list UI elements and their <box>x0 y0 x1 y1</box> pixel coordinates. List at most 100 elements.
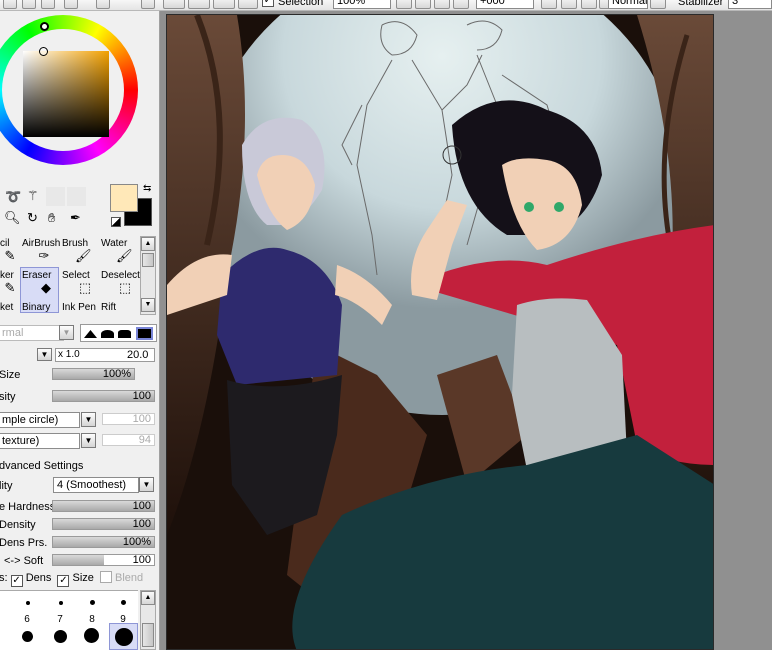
brush-shape-round-icon[interactable] <box>101 330 114 338</box>
toolbar-dropdown-arrow[interactable] <box>141 0 155 9</box>
brush-shape-square-icon[interactable] <box>136 327 153 340</box>
selection-label: Selection <box>278 0 324 8</box>
rotation-field[interactable]: +000° <box>476 0 534 9</box>
size-preset-dot[interactable] <box>22 631 33 642</box>
min-density-slider[interactable]: 100 <box>52 518 155 530</box>
min-size-label: Size <box>0 369 21 381</box>
blend-mode-arrow[interactable] <box>650 0 666 9</box>
pressure-blend-checkbox <box>99 571 112 583</box>
saturation-value-square[interactable] <box>23 51 109 137</box>
pressure-dens-checkbox[interactable]: ✓ <box>10 575 23 587</box>
zoom-out-button[interactable] <box>396 0 412 9</box>
view-button-2[interactable] <box>22 0 36 9</box>
brush-blend-select[interactable]: rmal <box>0 325 64 341</box>
canvas-area[interactable] <box>160 11 772 650</box>
swap-colors-icon[interactable]: ⇆ <box>143 183 151 194</box>
view-button-1[interactable] <box>3 0 17 9</box>
zoom-field[interactable]: 100% <box>333 0 391 9</box>
tool-slot-empty <box>67 187 86 206</box>
density-label: sity <box>0 391 16 403</box>
rotate-right-icon[interactable] <box>561 0 577 9</box>
quality-dropdown-arrow[interactable]: ▼ <box>139 477 154 492</box>
tool-bucket[interactable]: ket <box>0 302 13 313</box>
pressure-label: s: <box>0 572 8 584</box>
brush-texture-dropdown-arrow[interactable]: ▼ <box>81 433 96 448</box>
size-preset-label-6: 6 <box>24 614 30 625</box>
hue-picker-cursor[interactable] <box>40 22 49 31</box>
texture-strength-value: 94 <box>138 434 151 446</box>
stabilizer-label: Stabilizer <box>678 0 724 8</box>
deselect-icon[interactable]: ⬚ <box>117 281 133 295</box>
sv-picker-cursor[interactable] <box>39 47 48 56</box>
blend-mode-select[interactable]: Normal <box>608 0 648 9</box>
scroll-up-arrow[interactable]: ▲ <box>141 237 155 251</box>
brush-shape-dropdown-arrow[interactable]: ▼ <box>81 412 96 427</box>
brush-icon[interactable]: 🖌︎ <box>75 249 92 263</box>
show-selection-button[interactable] <box>213 0 235 9</box>
quality-dropdown[interactable]: 4 (Smoothest) <box>53 477 139 493</box>
zoom-in-button[interactable] <box>415 0 431 9</box>
rotate-tool-icon[interactable]: ↻ <box>27 210 38 226</box>
quality-label: lity <box>0 480 13 492</box>
presets-scroll-up-arrow[interactable]: ▲ <box>141 591 155 605</box>
edge-hardness-slider[interactable]: 100 <box>52 500 155 512</box>
tool-scroll-thumb[interactable] <box>142 253 154 267</box>
size-preset-dot[interactable] <box>121 600 126 605</box>
shape-strength-slider: 100 <box>102 413 155 425</box>
rotate-reset-icon[interactable] <box>581 0 597 9</box>
size-preset-dot[interactable] <box>26 601 30 605</box>
tool-binary[interactable]: Binary <box>22 302 50 313</box>
zoom-fit-button[interactable] <box>453 0 469 9</box>
pressure-size-checkbox[interactable]: ✓ <box>57 575 70 587</box>
water-brush-icon[interactable]: 🖌︎ <box>116 249 133 263</box>
advanced-settings-label[interactable]: dvanced Settings <box>0 460 83 472</box>
airbrush-icon[interactable]: ✑ <box>36 249 52 263</box>
selection-checkbox[interactable]: ✓ <box>262 0 274 7</box>
drawing-canvas[interactable] <box>166 14 714 650</box>
toolbar-button[interactable] <box>238 0 258 9</box>
marker-icon[interactable]: ✎ <box>2 281 18 295</box>
invert-selection-button[interactable] <box>188 0 210 9</box>
min-size-slider[interactable]: 100% <box>52 368 135 380</box>
brush-shape-dropdown[interactable]: mple circle) <box>0 412 80 428</box>
pressure-blend-label: Blend <box>115 572 144 584</box>
view-button-3[interactable] <box>41 0 55 9</box>
max-dens-prs-slider[interactable]: 100% <box>52 536 155 548</box>
view-button-4[interactable] <box>64 0 78 9</box>
zoom-reset-button[interactable] <box>434 0 450 9</box>
brush-texture-dropdown[interactable]: texture) <box>0 433 80 449</box>
tool-ink-pen[interactable]: Ink Pen <box>62 302 96 313</box>
eyedropper-icon[interactable]: ✒ <box>70 210 81 226</box>
brush-blend-arrow[interactable]: ▼ <box>59 325 74 340</box>
density-slider[interactable]: 100 <box>52 390 155 402</box>
paint-tool-window: ✓ Selection 100% +000° Normal Stabilizer… <box>0 0 772 650</box>
pencil-icon[interactable]: ✎ <box>2 249 18 263</box>
size-preset-dot-selected[interactable] <box>115 628 133 646</box>
size-preset-dot[interactable] <box>84 628 99 643</box>
scroll-down-arrow[interactable]: ▼ <box>141 298 155 312</box>
deselect-button[interactable] <box>163 0 185 9</box>
edge-hardness-value: 100 <box>132 500 151 512</box>
hard-soft-label: <-> Soft <box>4 555 44 567</box>
hand-tool-icon[interactable]: ✋︎ <box>48 210 55 226</box>
reset-colors-icon[interactable] <box>111 217 121 227</box>
primary-color-swatch[interactable] <box>110 184 138 212</box>
zoom-tool-icon[interactable]: 🔍︎ <box>4 210 21 226</box>
tool-rift[interactable]: Rift <box>101 302 116 313</box>
size-multiplier[interactable]: x 1.0 <box>58 349 80 360</box>
size-dropdown-arrow[interactable]: ▼ <box>37 348 52 361</box>
size-preset-dot[interactable] <box>90 600 95 605</box>
size-preset-dot[interactable] <box>59 601 63 605</box>
select-icon[interactable]: ⬚ <box>77 281 93 295</box>
presets-scroll-thumb[interactable] <box>142 623 154 647</box>
navigator-icon[interactable] <box>96 0 110 9</box>
brush-shape-flat-icon[interactable] <box>118 330 131 338</box>
lasso-icon[interactable]: ➰ <box>5 189 21 205</box>
magic-wand-icon[interactable]: ⚚ <box>27 188 39 204</box>
min-size-value: 100% <box>102 368 131 380</box>
hard-soft-slider[interactable]: 100 <box>52 554 155 566</box>
stabilizer-select[interactable]: 3 <box>728 0 772 9</box>
size-preset-dot[interactable] <box>54 630 67 643</box>
rotate-left-icon[interactable] <box>541 0 557 9</box>
eraser-icon[interactable]: ◆ <box>38 281 54 295</box>
